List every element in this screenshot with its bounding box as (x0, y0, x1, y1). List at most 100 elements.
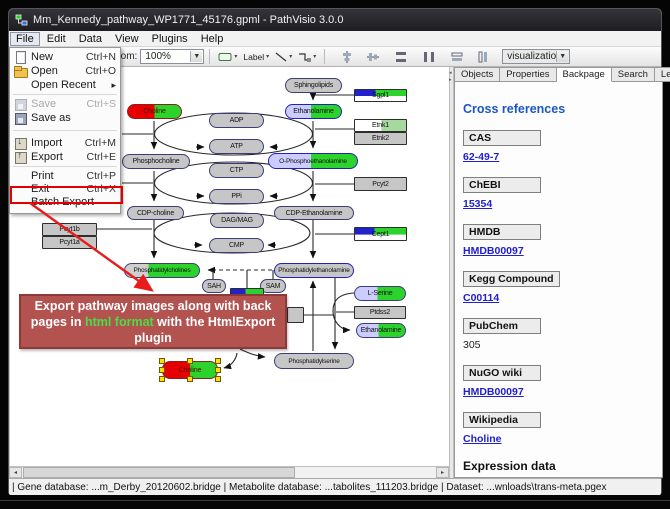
selection-handle[interactable] (187, 358, 193, 364)
menu-file[interactable]: File (10, 32, 40, 46)
align-center-y-button[interactable] (364, 48, 382, 65)
distribute-horizontal-button[interactable] (420, 48, 438, 65)
menu-help[interactable]: Help (195, 32, 230, 46)
xref-link[interactable]: 62-49-7 (463, 151, 654, 163)
cdp-ethanolamine-node[interactable]: CDP-Ethanolamine (274, 206, 354, 220)
unlabeled-box-node[interactable] (287, 307, 304, 323)
distribute-vertical-button[interactable] (392, 48, 410, 65)
titlebar[interactable]: Mm_Kennedy_pathway_WP1771_45176.gpml - P… (9, 9, 661, 31)
sidebar-splitter[interactable]: ◂ ▸ (449, 67, 454, 478)
ethanolamine-lower-node[interactable]: Ethanolamine (356, 323, 406, 338)
menu-item-open[interactable]: OpenCtrl+O (10, 64, 120, 78)
xref-link[interactable]: Choline (463, 433, 654, 445)
tab-objects[interactable]: Objects (454, 67, 500, 82)
menu-item-open-recent[interactable]: Open Recent (10, 78, 120, 92)
xref-link[interactable]: 15354 (463, 198, 654, 210)
collapse-right-icon[interactable]: ▸ (449, 78, 452, 83)
selection-handle[interactable] (159, 358, 165, 364)
align-center-x-button[interactable] (338, 48, 356, 65)
pathvisio-window: Mm_Kennedy_pathway_WP1771_45176.gpml - P… (8, 8, 662, 494)
line-tool-button[interactable] (272, 48, 295, 65)
pcyt1a-label: Pcyt1a (59, 239, 79, 246)
menu-icon-spacer (14, 170, 27, 182)
selection-handle[interactable] (215, 367, 221, 373)
sah-label: SAH (207, 283, 221, 290)
xref-link[interactable]: HMDB00097 (463, 386, 654, 398)
l-serine-node[interactable]: L-Serine (354, 286, 406, 301)
datanode-tool-button[interactable] (215, 48, 240, 65)
cdp-choline-node[interactable]: CDP-choline (127, 206, 184, 220)
sphingolipids-node[interactable]: Sphingolipids (285, 78, 342, 93)
selection-handle[interactable] (215, 376, 221, 382)
tab-backpage[interactable]: Backpage (557, 67, 612, 82)
ethanolamine-top-node[interactable]: Ethanolamine (285, 104, 342, 119)
dag-mag-label: DAG/MAG (221, 217, 253, 224)
phosphatidylethanolamine-node[interactable]: Phosphatidylethanolamine (274, 263, 354, 278)
common-width-button[interactable] (448, 48, 466, 65)
atp-node[interactable]: ATP (209, 139, 264, 154)
menu-item-save-as[interactable]: Save as (10, 111, 120, 125)
connector-tool-button[interactable] (295, 48, 319, 65)
section-header: CAS (463, 130, 541, 146)
chevron-down-icon[interactable]: ▼ (190, 51, 202, 62)
open-folder-icon (14, 65, 27, 77)
cmp-label: CMP (229, 242, 244, 249)
horizontal-scrollbar[interactable]: ◂ ▸ (9, 466, 449, 478)
menu-separator (13, 94, 117, 95)
selection-handle[interactable] (159, 367, 165, 373)
menu-item-print[interactable]: PrintCtrl+P (10, 169, 120, 182)
adp-node[interactable]: ADP (209, 113, 264, 128)
tab-search[interactable]: Search (612, 67, 655, 82)
backpage-section-hmdb: HMDBHMDB00097 (463, 222, 654, 257)
choline-top-node[interactable]: Choline (127, 104, 182, 119)
cept1-node[interactable]: Cept1 (354, 227, 407, 241)
scrollbar-thumb[interactable] (23, 467, 295, 478)
label-tool-text: Label (243, 52, 264, 62)
selection-handle[interactable] (187, 376, 193, 382)
ppi-node[interactable]: PPi (209, 189, 264, 204)
sah-node[interactable]: SAH (202, 279, 226, 293)
backpage-section-kegg-compound: Kegg CompoundC00114 (463, 269, 654, 304)
menu-edit[interactable]: Edit (41, 32, 72, 46)
phosphatidylserine-node[interactable]: Phosphatidylserine (274, 353, 354, 369)
menu-data[interactable]: Data (73, 32, 108, 46)
tab-properties[interactable]: Properties (500, 67, 556, 82)
etnk2-node[interactable]: Etnk2 (354, 132, 407, 145)
menu-item-import[interactable]: ImportCtrl+M (10, 136, 120, 150)
backpage-section-wikipedia: WikipediaCholine (463, 410, 654, 445)
ptdss2-node[interactable]: Ptdss2 (354, 306, 406, 319)
label-tool-button[interactable]: Label (240, 48, 272, 65)
collapse-left-icon[interactable]: ◂ (449, 71, 452, 76)
dag-mag-node[interactable]: DAG/MAG (210, 213, 264, 228)
ctp-node[interactable]: CTP (209, 163, 264, 178)
choline-selected-node[interactable]: Choline (162, 361, 218, 379)
selection-handle[interactable] (215, 358, 221, 364)
menu-item-export[interactable]: ExportCtrl+E (10, 150, 120, 164)
submenu-arrow-icon (111, 79, 116, 91)
xref-link[interactable]: C00114 (463, 292, 654, 304)
pcyt2-node[interactable]: Pcyt2 (354, 177, 407, 191)
phosphatidylcholines-node[interactable]: Phosphatidylcholines (124, 263, 200, 278)
sgpl1-node[interactable]: Sgpl1 (354, 89, 407, 102)
tab-legend[interactable]: Legend (655, 67, 670, 82)
scroll-right-icon[interactable]: ▸ (436, 467, 449, 478)
import-icon (14, 137, 27, 149)
o-phosphoethanolamine-node[interactable]: O-Phosphoethanolamine (268, 153, 358, 169)
callout-highlight-text: html format (85, 315, 154, 329)
phosphocholine-node[interactable]: Phosphocholine (122, 154, 190, 169)
menu-view[interactable]: View (109, 32, 145, 46)
menu-plugins[interactable]: Plugins (146, 32, 194, 46)
common-height-button[interactable] (474, 48, 492, 65)
pcyt1b-node[interactable]: Pcyt1b (42, 223, 97, 236)
chevron-down-icon[interactable]: ▼ (556, 51, 568, 62)
pcyt1a-node[interactable]: Pcyt1a (42, 236, 97, 249)
zoom-combobox[interactable]: 100% ▼ (140, 49, 204, 64)
cmp-node[interactable]: CMP (209, 238, 264, 253)
selection-handle[interactable] (159, 376, 165, 382)
menu-item-new[interactable]: NewCtrl+N (10, 50, 120, 64)
ppi-label: PPi (231, 193, 241, 200)
scroll-left-icon[interactable]: ◂ (9, 467, 22, 478)
etnk1-node[interactable]: Etnk1 (354, 119, 407, 132)
xref-link[interactable]: HMDB00097 (463, 245, 654, 257)
visualization-combobox[interactable]: visualization ▼ (502, 49, 570, 64)
